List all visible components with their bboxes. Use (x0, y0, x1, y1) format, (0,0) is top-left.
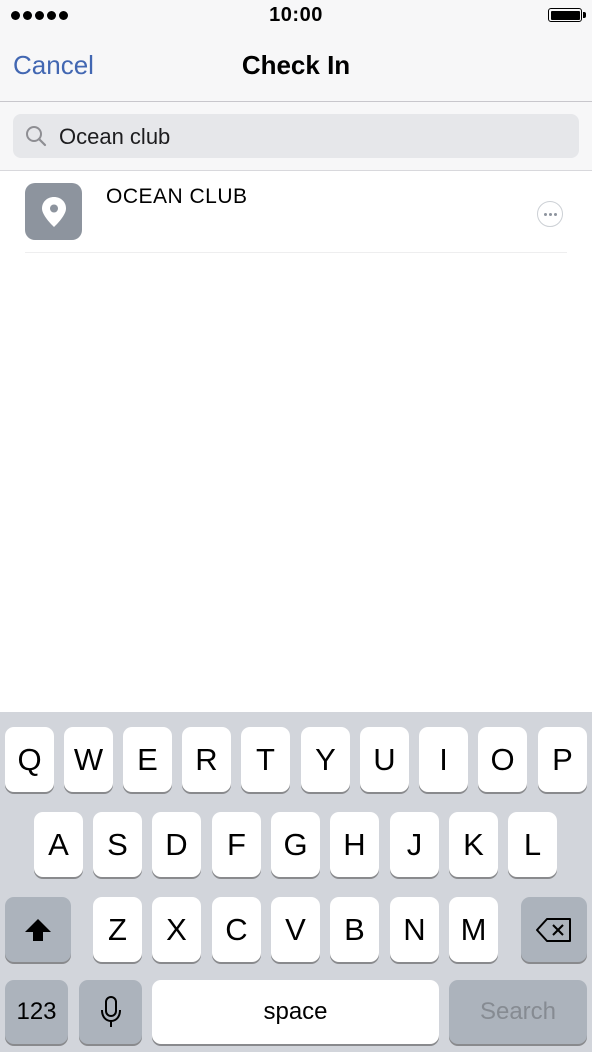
key-f[interactable]: F (212, 812, 261, 877)
key-i[interactable]: I (419, 727, 468, 792)
key-t[interactable]: T (241, 727, 290, 792)
microphone-icon (100, 996, 121, 1027)
key-v[interactable]: V (271, 897, 320, 962)
key-p[interactable]: P (538, 727, 587, 792)
search-bar: Ocean club (0, 102, 592, 171)
list-item[interactable]: OCEAN CLUB (0, 171, 592, 253)
key-h[interactable]: H (330, 812, 379, 877)
battery-icon (548, 8, 586, 22)
place-thumbnail (25, 183, 82, 240)
more-options-button[interactable] (537, 201, 563, 227)
key-a[interactable]: A (34, 812, 83, 877)
backspace-key[interactable] (521, 897, 587, 962)
backspace-icon (536, 917, 571, 942)
key-d[interactable]: D (152, 812, 201, 877)
key-y[interactable]: Y (301, 727, 350, 792)
search-input[interactable]: Ocean club (13, 114, 579, 158)
key-n[interactable]: N (390, 897, 439, 962)
key-m[interactable]: M (449, 897, 498, 962)
navigation-bar: Cancel Check In (0, 34, 592, 102)
key-o[interactable]: O (478, 727, 527, 792)
key-q[interactable]: Q (5, 727, 54, 792)
key-r[interactable]: R (182, 727, 231, 792)
search-icon (26, 126, 47, 147)
key-k[interactable]: K (449, 812, 498, 877)
key-g[interactable]: G (271, 812, 320, 877)
key-s[interactable]: S (93, 812, 142, 877)
key-c[interactable]: C (212, 897, 261, 962)
key-x[interactable]: X (152, 897, 201, 962)
keyboard: Q W E R T Y U I O P A S D F G H J K L Z … (0, 712, 592, 1052)
key-z[interactable]: Z (93, 897, 142, 962)
numbers-key[interactable]: 123 (5, 980, 68, 1044)
shift-icon (25, 918, 51, 941)
place-name: OCEAN CLUB (106, 185, 248, 208)
key-w[interactable]: W (64, 727, 113, 792)
shift-key[interactable] (5, 897, 71, 962)
page-title: Check In (241, 50, 351, 80)
status-time: 10:00 (269, 4, 323, 26)
key-l[interactable]: L (508, 812, 557, 877)
dictation-key[interactable] (79, 980, 142, 1044)
key-b[interactable]: B (330, 897, 379, 962)
key-j[interactable]: J (390, 812, 439, 877)
search-input-value: Ocean club (59, 124, 171, 149)
key-u[interactable]: U (360, 727, 409, 792)
key-e[interactable]: E (123, 727, 172, 792)
status-bar: 10:00 (0, 0, 592, 34)
divider (25, 252, 567, 253)
search-key[interactable]: Search (449, 980, 587, 1044)
space-key[interactable]: space (152, 980, 439, 1044)
location-pin-icon (42, 197, 66, 227)
